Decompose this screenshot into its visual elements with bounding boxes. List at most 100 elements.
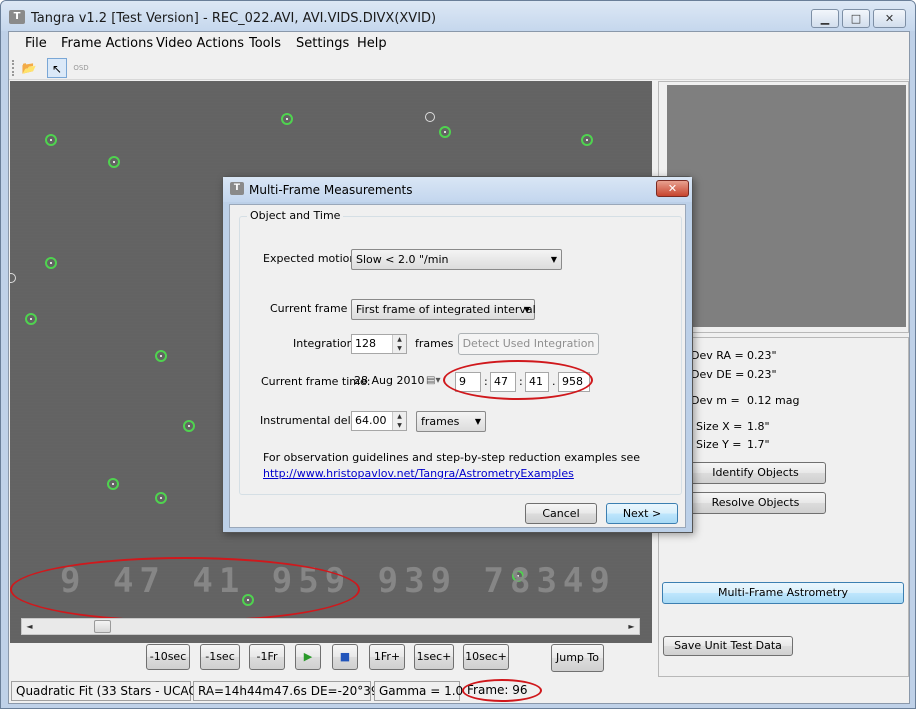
forward-10sec-button[interactable]: 10sec+ xyxy=(463,644,509,670)
title-bar[interactable]: T Tangra v1.2 [Test Version] - REC_022.A… xyxy=(1,1,915,31)
jump-to-button[interactable]: Jump To xyxy=(551,644,604,672)
date-picker[interactable]: 28 Aug 2010 ▤▾ xyxy=(351,372,449,392)
size-x-value: 1.8" xyxy=(747,420,770,433)
integration-frames-label: frames xyxy=(415,337,454,350)
expected-motion-value: Slow < 2.0 "/min xyxy=(356,253,449,266)
minimize-button[interactable]: ▁ xyxy=(811,9,839,28)
detect-used-integration-button[interactable]: Detect Used Integration xyxy=(458,333,599,355)
tangra-app-icon[interactable]: T xyxy=(9,10,25,24)
chevron-down-icon: ▼ xyxy=(523,305,530,314)
frame-highlight-ring xyxy=(462,679,542,702)
delay-unit-dropdown[interactable]: frames ▼ xyxy=(416,411,486,432)
calendar-icon[interactable]: ▤▾ xyxy=(426,372,440,390)
current-frame-is-value: First frame of integrated interval xyxy=(356,303,536,316)
integration-value: 128 xyxy=(355,337,376,350)
integration-stepper[interactable]: 128 ▲ ▼ xyxy=(351,334,407,354)
dialog-body: Object and Time Expected motion Slow < 2… xyxy=(229,204,686,528)
star-marker xyxy=(155,350,167,362)
menu-file[interactable]: File xyxy=(25,36,47,51)
guidelines-text: For observation guidelines and step-by-s… xyxy=(263,451,641,464)
dev-ra-label: Dev RA = xyxy=(691,349,744,362)
star-marker xyxy=(183,420,195,432)
size-x-label: Size X = xyxy=(696,420,743,433)
identify-objects-button[interactable]: Identify Objects xyxy=(685,462,826,484)
size-y-value: 1.7" xyxy=(747,438,770,451)
star-marker xyxy=(281,113,293,125)
dev-m-label: Dev m = xyxy=(691,394,740,407)
instrumental-delay-field[interactable]: 64.00 ▲ ▼ xyxy=(351,411,407,431)
dialog-title-bar[interactable]: T Multi-Frame Measurements ✕ xyxy=(223,177,692,202)
menu-tools[interactable]: Tools xyxy=(249,36,281,51)
star-marker xyxy=(439,126,451,138)
menu-bar: File Frame Actions Video Actions Tools S… xyxy=(9,32,909,55)
dialog-title: Multi-Frame Measurements xyxy=(249,183,413,197)
star-marker xyxy=(581,134,593,146)
osd-icon[interactable]: OSD xyxy=(71,58,91,78)
expected-motion-dropdown[interactable]: Slow < 2.0 "/min ▼ xyxy=(351,249,562,270)
menu-help[interactable]: Help xyxy=(357,36,387,51)
star-marker xyxy=(45,134,57,146)
star-marker xyxy=(45,257,57,269)
spin-up-icon[interactable]: ▲ xyxy=(393,335,406,344)
dev-ra-value: 0.23" xyxy=(747,349,777,362)
status-gamma: Gamma = 1.00 xyxy=(374,681,471,701)
open-folder-icon[interactable]: 📂 xyxy=(19,58,39,78)
frame-scrollbar[interactable]: ◄ ► xyxy=(21,618,640,635)
star-marker xyxy=(25,313,37,325)
osd-highlight-ring xyxy=(10,557,360,622)
toolbar: 📂 ↖ OSD xyxy=(9,56,909,80)
multi-frame-measurements-dialog: T Multi-Frame Measurements ✕ Object and … xyxy=(222,176,693,533)
window-title: Tangra v1.2 [Test Version] - REC_022.AVI… xyxy=(31,11,437,26)
menu-settings[interactable]: Settings xyxy=(296,36,349,51)
spin-down-icon[interactable]: ▼ xyxy=(393,421,406,430)
star-marker xyxy=(155,492,167,504)
size-y-label: Size Y = xyxy=(696,438,742,451)
zoomed-preview xyxy=(667,85,906,327)
expected-motion-label: Expected motion xyxy=(263,252,357,265)
spin-up-icon[interactable]: ▲ xyxy=(393,412,406,421)
menu-frame-actions[interactable]: Frame Actions xyxy=(61,36,153,51)
select-arrow-icon[interactable]: ↖ xyxy=(47,58,67,78)
dev-de-value: 0.23" xyxy=(747,368,777,381)
save-unit-test-data-button[interactable]: Save Unit Test Data xyxy=(663,636,793,656)
toolbar-grip[interactable] xyxy=(12,60,15,76)
multi-frame-astrometry-button[interactable]: Multi-Frame Astrometry xyxy=(662,582,904,604)
astrometry-examples-link[interactable]: http://www.hristopavlov.net/Tangra/Astro… xyxy=(263,467,574,480)
spin-down-icon[interactable]: ▼ xyxy=(393,344,406,353)
main-window: T Tangra v1.2 [Test Version] - REC_022.A… xyxy=(0,0,916,709)
scroll-thumb[interactable] xyxy=(94,620,111,633)
close-window-button[interactable]: ✕ xyxy=(873,9,906,28)
object-and-time-group: Object and Time Expected motion Slow < 2… xyxy=(239,209,682,495)
resolve-objects-button[interactable]: Resolve Objects xyxy=(685,492,826,514)
next-button[interactable]: Next > xyxy=(606,503,678,524)
back-frame-button[interactable]: -1Fr xyxy=(249,644,285,670)
status-bar: Quadratic Fit (33 Stars - UCAC3) RA=14h4… xyxy=(9,679,909,703)
forward-1sec-button[interactable]: 1sec+ xyxy=(414,644,454,670)
current-frame-is-dropdown[interactable]: First frame of integrated interval ▼ xyxy=(351,299,536,320)
scroll-left-icon[interactable]: ◄ xyxy=(22,619,37,634)
star-marker xyxy=(108,156,120,168)
astrometry-panel: Dev RA = 0.23" Dev DE = 0.23" Dev m = 0.… xyxy=(658,337,909,677)
menu-video-actions[interactable]: Video Actions xyxy=(156,36,244,51)
delay-spin[interactable]: ▲ ▼ xyxy=(392,412,406,430)
play-icon[interactable]: ▶ xyxy=(295,644,321,670)
integration-label: Integration: xyxy=(293,337,358,350)
cancel-button[interactable]: Cancel xyxy=(525,503,597,524)
group-title: Object and Time xyxy=(247,209,344,222)
back-10sec-button[interactable]: -10sec xyxy=(146,644,190,670)
forward-frame-button[interactable]: 1Fr+ xyxy=(369,644,405,670)
zoom-panel xyxy=(658,81,909,333)
integration-spin[interactable]: ▲ ▼ xyxy=(392,335,406,353)
status-fit: Quadratic Fit (33 Stars - UCAC3) xyxy=(11,681,209,701)
stop-icon[interactable]: ■ xyxy=(332,644,358,670)
dialog-app-icon: T xyxy=(230,182,244,195)
delay-unit-value: frames xyxy=(421,415,460,428)
instrumental-delay-value: 64.00 xyxy=(355,414,387,427)
scroll-right-icon[interactable]: ► xyxy=(624,619,639,634)
dev-m-value: 0.12 mag xyxy=(747,394,800,407)
maximize-button[interactable]: □ xyxy=(842,9,870,28)
back-1sec-button[interactable]: -1sec xyxy=(200,644,240,670)
star-marker xyxy=(107,478,119,490)
dialog-close-button[interactable]: ✕ xyxy=(656,180,689,197)
current-frame-is-label: Current frame is: xyxy=(270,302,364,315)
